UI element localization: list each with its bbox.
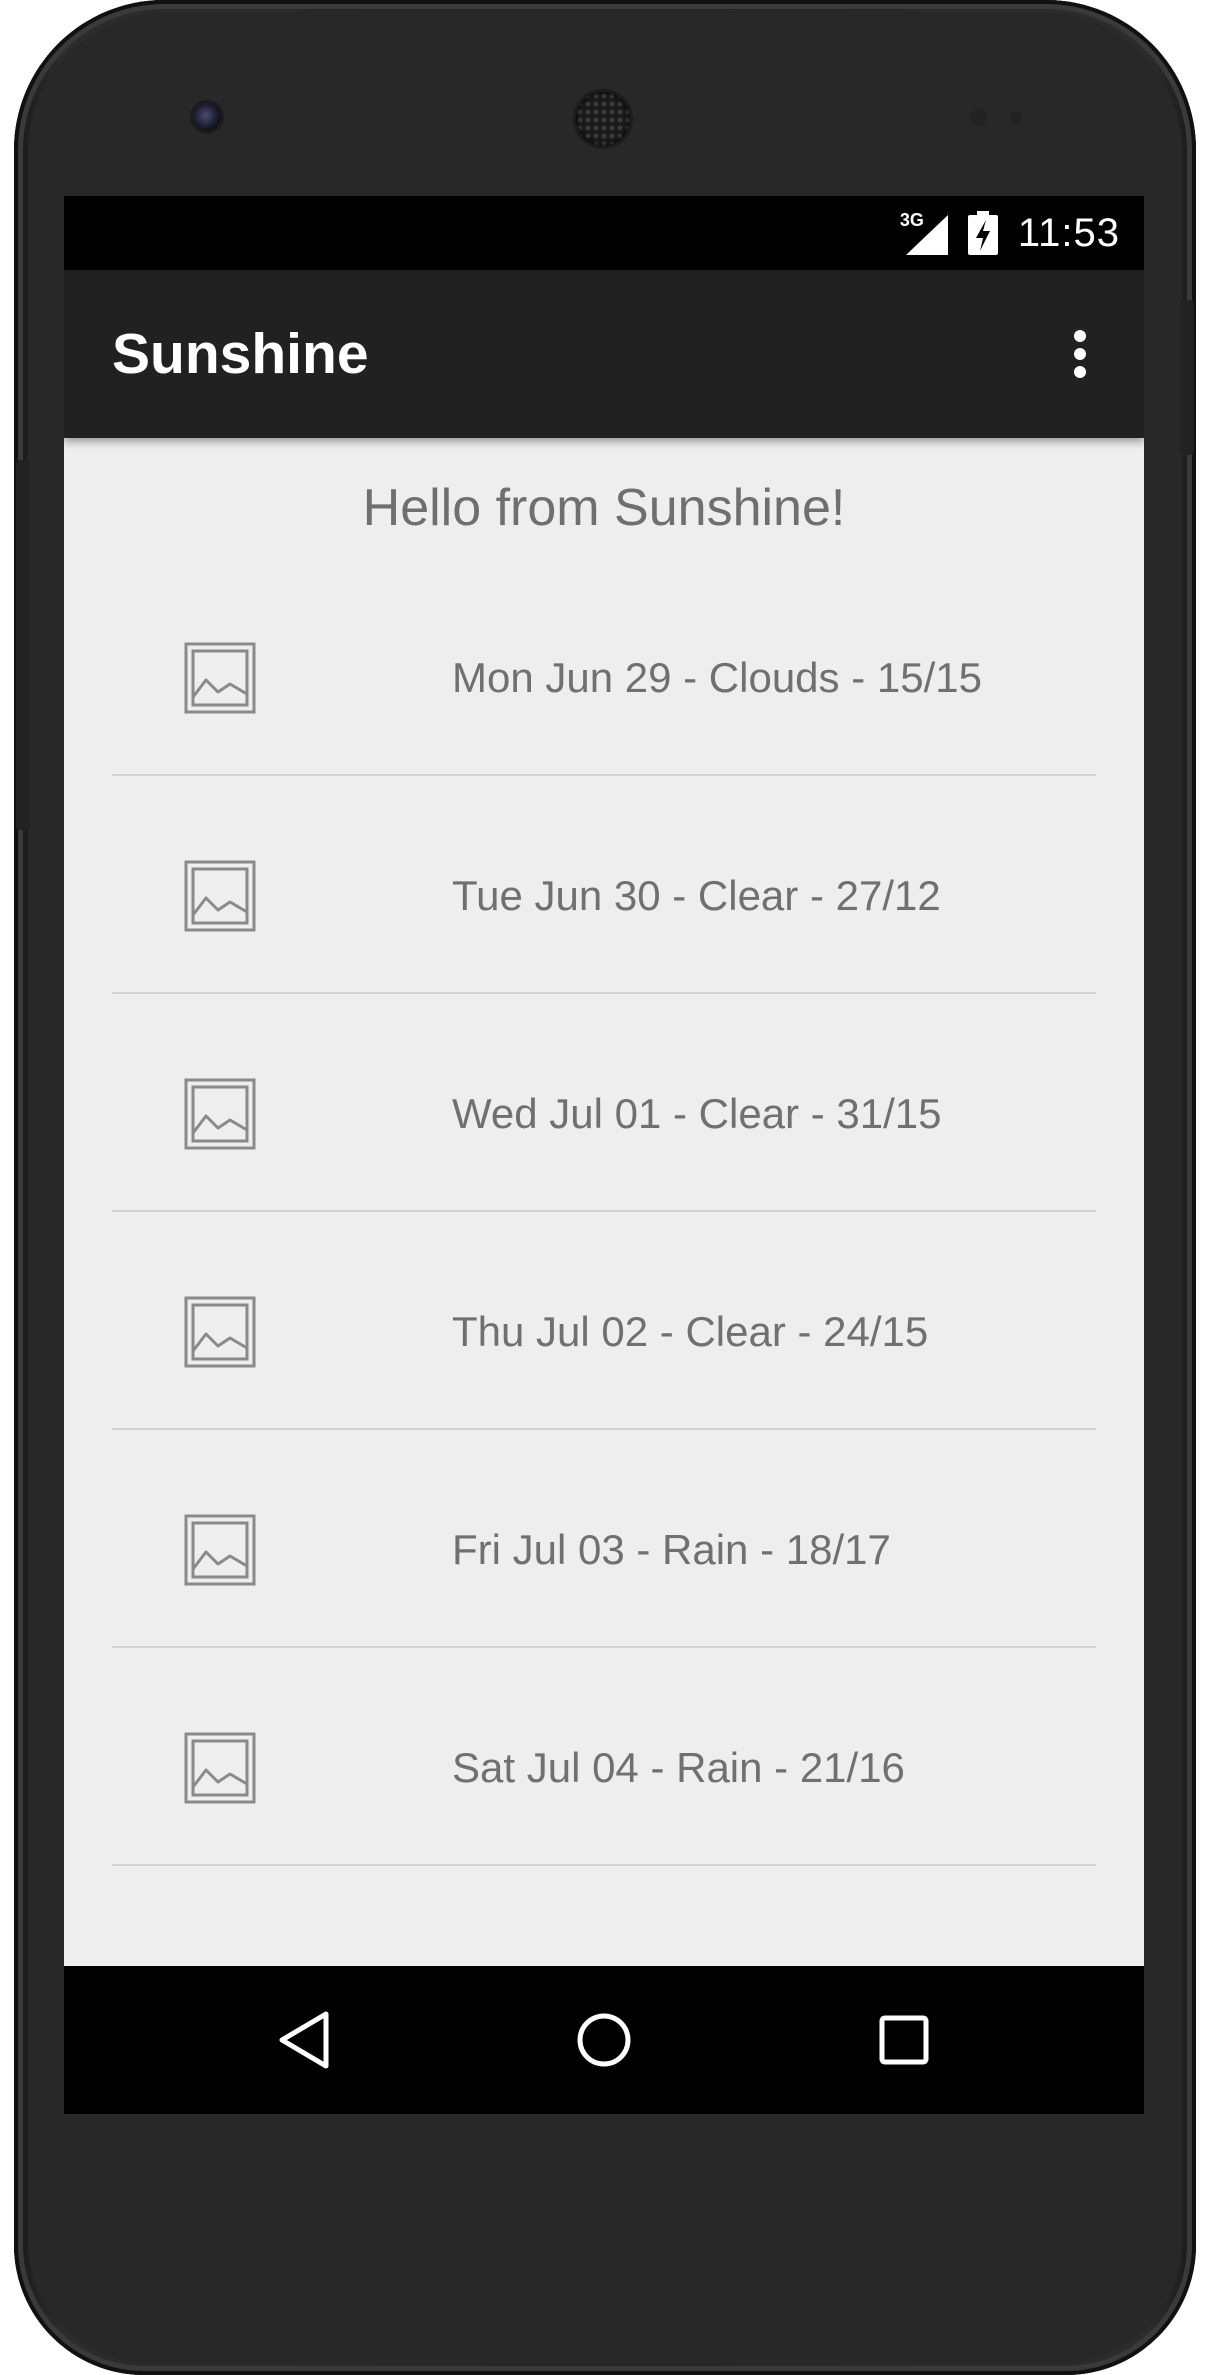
navigation-bar	[64, 1966, 1144, 2114]
app-bar: Sunshine	[64, 270, 1144, 438]
proximity-sensor	[970, 108, 988, 126]
front-camera	[193, 103, 221, 131]
status-clock: 11:53	[1017, 210, 1120, 255]
image-placeholder-icon	[184, 1296, 256, 1368]
home-icon[interactable]	[574, 2010, 634, 2070]
signal-icon: 3G	[900, 211, 948, 255]
image-placeholder-icon	[184, 642, 256, 714]
app-title: Sunshine	[112, 322, 369, 386]
more-vert-icon[interactable]	[1056, 324, 1104, 384]
forecast-text: Mon Jun 29 - Clouds - 15/15	[452, 654, 982, 701]
image-placeholder-icon	[184, 860, 256, 932]
battery-charging-icon	[967, 211, 998, 255]
list-item[interactable]: Tue Jun 30 - Clear - 27/12	[112, 776, 1096, 994]
list-item[interactable]: Fri Jul 03 - Rain - 18/17	[112, 1430, 1096, 1648]
volume-button	[16, 460, 30, 830]
overflow-dot	[1074, 348, 1086, 360]
list-item[interactable]: Sat Jul 04 - Rain - 21/16	[112, 1648, 1096, 1866]
phone-screen: 3G 11:53 Sunshine Hello from Sunshine! M…	[64, 196, 1144, 2114]
image-placeholder-icon	[184, 1514, 256, 1586]
list-item[interactable]: Mon Jun 29 - Clouds - 15/15	[112, 558, 1096, 776]
light-sensor	[1010, 111, 1022, 123]
image-placeholder-icon	[184, 1078, 256, 1150]
back-icon[interactable]	[274, 2010, 334, 2070]
forecast-text: Sat Jul 04 - Rain - 21/16	[452, 1744, 905, 1791]
main-content: Hello from Sunshine! Mon Jun 29 - Clouds…	[64, 438, 1144, 1966]
status-bar: 3G 11:53	[64, 196, 1144, 270]
overflow-dot	[1074, 366, 1086, 378]
status-icons: 3G 11:53	[900, 196, 1120, 270]
forecast-text: Wed Jul 01 - Clear - 31/15	[452, 1090, 942, 1137]
list-item[interactable]: Wed Jul 01 - Clear - 31/15	[112, 994, 1096, 1212]
earpiece-speaker	[576, 92, 630, 146]
greeting-text: Hello from Sunshine!	[362, 479, 846, 537]
forecast-list: Mon Jun 29 - Clouds - 15/15 Tue Jun 30 -…	[112, 558, 1096, 1866]
image-placeholder-icon	[184, 1732, 256, 1804]
power-button	[1180, 300, 1194, 455]
overflow-dot	[1074, 330, 1086, 342]
recents-icon[interactable]	[874, 2010, 934, 2070]
forecast-text: Thu Jul 02 - Clear - 24/15	[452, 1308, 929, 1355]
forecast-text: Tue Jun 30 - Clear - 27/12	[452, 872, 941, 919]
list-item[interactable]: Thu Jul 02 - Clear - 24/15	[112, 1212, 1096, 1430]
forecast-text: Fri Jul 03 - Rain - 18/17	[452, 1526, 891, 1573]
